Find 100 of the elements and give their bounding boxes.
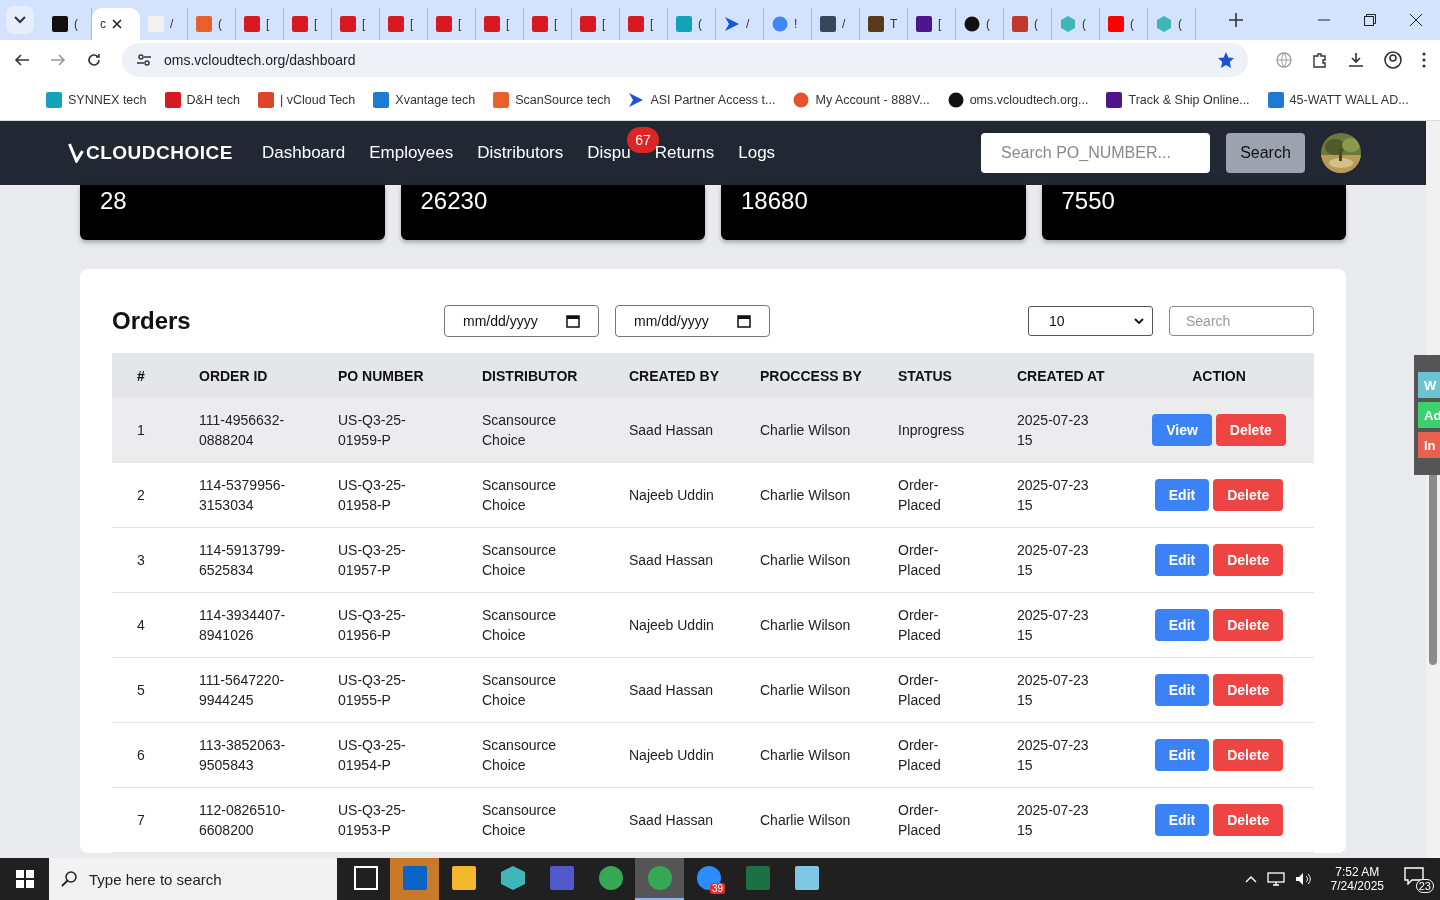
column-header: CREATED BY: [629, 367, 720, 384]
site-icon: [388, 16, 404, 32]
table-cell-text: Scansource Choice: [482, 411, 557, 450]
caret-icon[interactable]: [1244, 875, 1257, 883]
action-button[interactable]: Edit: [1154, 739, 1210, 771]
bookmark-star-icon[interactable]: [1218, 52, 1234, 68]
forward-icon[interactable]: [50, 52, 66, 68]
bookmark-title: ScanSource tech: [515, 93, 611, 107]
delete-button[interactable]: Delete: [1213, 674, 1284, 706]
date-field[interactable]: mm/dd/yyyy: [444, 305, 599, 337]
table-cell-text: Charlie Wilson: [760, 811, 852, 830]
column-header: STATUS: [898, 367, 953, 384]
table-row[interactable]: 5 111-5647220-9944245 US-Q3-25-01955-P Scansource Choice Saad Hassan Charlie Wilson Order-Placed 2025-07-23 15 Edit Delete: [112, 658, 1314, 723]
delete-button[interactable]: Delete: [1213, 609, 1284, 641]
table-cell-text: US-Q3-25-01957-P: [338, 541, 407, 580]
table-cell-text: 2025-07-23 15: [1017, 541, 1090, 580]
bookmark[interactable]: Track & Ship Online...: [1106, 92, 1250, 108]
table-cell-text: Scansource Choice: [482, 736, 557, 775]
table-cell-text: Charlie Wilson: [760, 551, 852, 570]
app-icon: [598, 866, 623, 890]
table-row[interactable]: 3 114-5913799-6525834 US-Q3-25-01957-P Scansource Choice Saad Hassan Charlie Wilson Order-Placed 2025-07-23 15 Edit Delete: [112, 528, 1314, 593]
clock-time[interactable]: 7:52 AM: [1335, 865, 1380, 879]
search-field[interactable]: Search: [1169, 306, 1314, 336]
site-icon: [820, 16, 836, 32]
app-icon: [402, 866, 427, 890]
date-field[interactable]: mm/dd/yyyy: [615, 305, 770, 337]
table-row[interactable]: 1 111-4956632-0888204 US-Q3-25-01959-P Scansource Choice Saad Hassan Charlie Wilson Inprogress 2025-07-23 15 View Delete: [112, 398, 1314, 463]
globe-icon[interactable]: [1276, 52, 1292, 68]
bookmark[interactable]: ScanSource tech: [493, 92, 611, 108]
table-cell-text: Saad Hassan: [629, 421, 715, 440]
bookmark[interactable]: 45-WATT WALL AD...: [1267, 92, 1409, 108]
table-cell-text: 114-3934407-8941026: [199, 606, 287, 645]
menu-icon[interactable]: [1422, 52, 1426, 68]
nav-link[interactable]: Distributors: [477, 143, 564, 162]
address-bar[interactable]: oms.vcloudtech.org/dashboard: [122, 43, 1248, 77]
action-button[interactable]: Edit: [1154, 479, 1210, 511]
nav-link[interactable]: Dashboard: [262, 143, 346, 162]
restore-icon[interactable]: [1364, 14, 1376, 26]
site-icon: [196, 16, 212, 32]
delete-button[interactable]: Delete: [1215, 414, 1286, 446]
logo[interactable]: CLOUDCHOICE: [68, 142, 262, 164]
table-cell-text: US-Q3-25-01955-P: [338, 671, 407, 710]
delete-button[interactable]: Delete: [1213, 804, 1284, 836]
nav-link[interactable]: Employees: [369, 143, 454, 162]
back-icon[interactable]: [14, 52, 30, 68]
site-icon: [340, 16, 356, 32]
volume-icon[interactable]: [1294, 872, 1311, 886]
bookmark[interactable]: | vCloud Tech: [258, 92, 356, 108]
page-size-select[interactable]: 10: [1028, 306, 1153, 336]
calendar-icon[interactable]: [566, 314, 580, 328]
stat-value: 28: [100, 187, 127, 214]
tab-title: [: [554, 17, 558, 31]
start-icon[interactable]: [16, 870, 34, 888]
bookmark[interactable]: SYNNEX tech: [46, 92, 147, 108]
table-row[interactable]: 4 114-3934407-8941026 US-Q3-25-01956-P Scansource Choice Najeeb Uddin Charlie Wilson Order-Placed 2025-07-23 15 Edit Delete: [112, 593, 1314, 658]
bookmark[interactable]: D&H tech: [164, 92, 240, 108]
extensions-icon[interactable]: [1312, 52, 1328, 68]
site-info-icon[interactable]: [136, 52, 152, 68]
taskbar-search[interactable]: Type here to search: [49, 858, 337, 900]
action-button[interactable]: Edit: [1154, 804, 1210, 836]
new-tab-icon[interactable]: [1229, 13, 1243, 27]
action-button[interactable]: Edit: [1154, 544, 1210, 576]
profile-icon[interactable]: [1384, 51, 1402, 69]
search-button[interactable]: Search: [1226, 133, 1305, 173]
close-icon[interactable]: [1410, 14, 1422, 26]
column-header: DISTRIBUTOR: [482, 367, 579, 384]
bookmark[interactable]: My Account - 888V...: [793, 92, 930, 108]
table-cell-text: Charlie Wilson: [760, 681, 852, 700]
bookmark[interactable]: Xvantage tech: [373, 92, 476, 108]
nav-link[interactable]: Logs: [738, 143, 776, 162]
bookmark[interactable]: oms.vcloudtech.org...: [947, 92, 1089, 108]
delete-button[interactable]: Delete: [1213, 544, 1284, 576]
site-icon: [1012, 16, 1028, 32]
delete-button[interactable]: Delete: [1213, 479, 1284, 511]
table-cell-text: Scansource Choice: [482, 801, 557, 840]
table-row[interactable]: 7 112-0826510-6608200 US-Q3-25-01953-P Scansource Choice Saad Hassan Charlie Wilson Order-Placed 2025-07-23 15 Edit Delete: [112, 788, 1314, 853]
app-icon: [500, 866, 525, 890]
calendar-icon[interactable]: [737, 314, 751, 328]
bookmark[interactable]: ASI Partner Access t...: [628, 92, 776, 108]
table-cell-text: Scansource Choice: [482, 606, 557, 645]
site-icon: [868, 16, 884, 32]
tab-list-button[interactable]: [6, 6, 34, 34]
search-field[interactable]: Search PO_NUMBER...: [981, 133, 1210, 173]
table-row[interactable]: 6 113-3852063-9505843 US-Q3-25-01954-P Scansource Choice Najeeb Uddin Charlie Wilson Order-Placed 2025-07-23 15 Edit Delete: [112, 723, 1314, 788]
reload-icon[interactable]: [86, 52, 102, 68]
delete-button[interactable]: Delete: [1213, 739, 1284, 771]
table-row[interactable]: 2 114-5379956-3153034 US-Q3-25-01958-P Scansource Choice Najeeb Uddin Charlie Wilson Order-Placed 2025-07-23 15 Edit Delete: [112, 463, 1314, 528]
site-icon: [628, 16, 644, 32]
caret-icon: [14, 16, 26, 24]
clock-date[interactable]: 7/24/2025: [1330, 879, 1384, 893]
action-button[interactable]: View: [1152, 414, 1212, 446]
taskbar-app[interactable]: 39: [684, 858, 733, 900]
close-icon[interactable]: [112, 19, 122, 29]
table-cell-text: Charlie Wilson: [760, 746, 852, 765]
browser-tab[interactable]: c: [92, 8, 140, 40]
network-icon[interactable]: [1266, 872, 1285, 886]
app-icon: [451, 866, 476, 890]
action-button[interactable]: Edit: [1154, 609, 1210, 641]
download-icon[interactable]: [1348, 52, 1364, 68]
action-button[interactable]: Edit: [1154, 674, 1210, 706]
